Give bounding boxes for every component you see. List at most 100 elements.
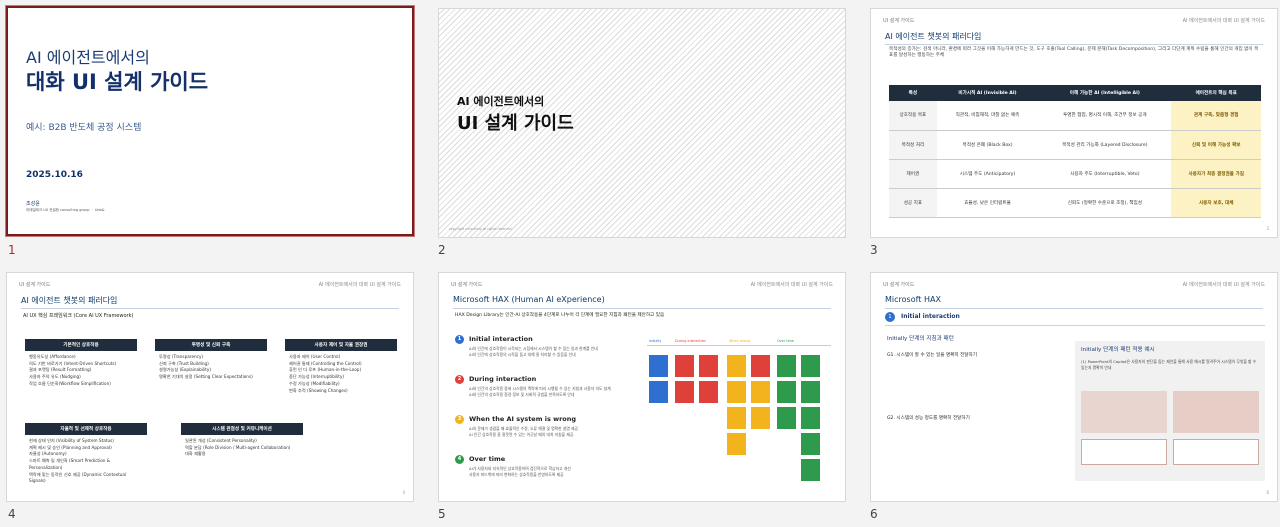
framework-box-title: 투명성 및 신뢰 구축 xyxy=(155,339,267,351)
sticky-note xyxy=(727,381,746,403)
table-cell: 직관적, 비침해적, 마찰 없는 예측 xyxy=(936,101,1039,131)
slide-header-left: UI 설계 가이드 xyxy=(883,18,915,24)
table-row: 성공 지표 효율성, 낮은 인터럽트율 신뢰도 (정확한 수준으로 조정), 책… xyxy=(889,188,1261,218)
framework-item: 명확한 기대치 설정 (Setting Clear Expectations) xyxy=(159,374,253,380)
stage-label: Initial interaction xyxy=(901,313,960,320)
slide-thumbnail-2[interactable]: AI 에이전트에서의 UI 설계 가이드 copyright consultin… xyxy=(438,8,846,238)
slide-number-2: 2 xyxy=(438,243,446,257)
sticky-note xyxy=(727,433,746,455)
section-divider xyxy=(885,325,1265,326)
example-heading: Initially 단계의 패턴 적용 예시 xyxy=(1081,347,1155,353)
framework-box: 투명성 및 신뢰 구축 투명성 (Transparency) 신뢰 구축 (Tr… xyxy=(155,339,267,384)
sticky-note xyxy=(751,355,770,377)
sticky-note xyxy=(751,381,770,403)
framework-item: 행동유도성 (Affordance) xyxy=(29,354,76,359)
collab-column-label: Over time xyxy=(777,339,794,343)
table-cell: 신뢰 및 이해 가능성 확보 xyxy=(1171,130,1261,160)
example-dialog xyxy=(1081,439,1167,465)
stage-number-badge: 2 xyxy=(455,375,464,384)
framework-item: 맥락에 맞는 동적인 신호 제공 (Dynamic Contextual Sig… xyxy=(29,471,127,484)
table-row: 목적성 처리 목적성 은폐 (Black Box) 목적성 관리 가능화 (La… xyxy=(889,130,1261,160)
framework-item: 중단 가능성 (Interruptibility) xyxy=(289,374,345,380)
slide-title-line1: AI 에이전트에서의 xyxy=(457,95,545,108)
framework-box: 사용자 제어 및 자율 권장권 사용자 제어 (User Control) 제어… xyxy=(285,339,397,397)
hax-stage: 1 Initial interaction AI의 인간에 상호작용이 시작되는… xyxy=(455,335,635,369)
slide-number-3: 3 xyxy=(870,243,878,257)
slide-page-number: 6 xyxy=(1266,490,1269,495)
slide-subtitle: AI UX 핵심 프레임워크 (Core AI UX Framework) xyxy=(23,313,134,319)
example-dialog xyxy=(1173,439,1259,465)
stage-title: When the AI system is wrong xyxy=(469,415,577,423)
sticky-note xyxy=(801,407,820,429)
title-divider xyxy=(21,308,399,309)
slide-subtitle: 예시: B2B 반도체 공정 시스템 xyxy=(26,123,142,133)
example-screenshot xyxy=(1081,391,1167,433)
slide-thumbnail-5[interactable]: UI 설계 가이드 AI 에이전트에서의 대화 UI 설계 가이드 Micros… xyxy=(438,272,846,502)
framework-item: 대화 재활용 xyxy=(185,451,206,457)
sticky-note xyxy=(801,433,820,455)
guideline-column: Initially 단계의 지침과 패턴 G1. 시스템이 할 수 있는 일을 … xyxy=(887,335,1067,423)
sticky-note xyxy=(777,381,796,403)
sticky-note xyxy=(801,381,820,403)
framework-box-title: 자율적 및 선제적 상호작용 xyxy=(25,423,147,435)
table-cell: 상호작용 목표 xyxy=(889,101,937,131)
table-row: 제어권 시스템 주도 (Anticipatory) 사용자 주도 (Interr… xyxy=(889,159,1261,189)
collab-column-label: When wrong xyxy=(729,339,751,343)
stage-line: AI와 인간의 상호작용 환경 정보 및 사회적 규범을 만족하도록 안내 xyxy=(469,392,575,398)
slide-intro: 목적성의 증가는: 검색 아니라, 환경에 따라 그것을 이해 가능하게 만드는… xyxy=(889,47,1259,59)
stage-line: AI의 인간에 상호작용의 시작을 돕고 대해 잘 처리할 수 있음을 안내 xyxy=(469,352,576,358)
title-divider xyxy=(453,308,831,309)
table-header: 에이전트의 핵심 목표 xyxy=(1171,85,1261,101)
stage-number-badge: 1 xyxy=(455,335,464,344)
slide-thumbnail-4[interactable]: UI 설계 가이드 AI 에이전트에서의 대화 UI 설계 가이드 AI 에이전… xyxy=(6,272,414,502)
collab-divider xyxy=(647,345,831,346)
title-divider xyxy=(885,44,1263,45)
sticky-note xyxy=(777,407,796,429)
slide-header-left: UI 설계 가이드 xyxy=(451,282,483,288)
table-cell: 사용자 보호, 대체 xyxy=(1171,188,1261,218)
slide-title: Microsoft HAX (Human AI eXperience) xyxy=(453,295,605,304)
table-cell: 성공 지표 xyxy=(889,188,937,218)
slide-thumbnail-3[interactable]: UI 설계 가이드 AI 에이전트에서의 대화 UI 설계 가이드 AI 에이전… xyxy=(870,8,1278,238)
table-header: 비가시적 AI (Invisible AI) xyxy=(936,85,1039,101)
sticky-note xyxy=(801,355,820,377)
table-row: 상호작용 목표 직관적, 비침해적, 마찰 없는 예측 투명한 협업, 명시적 … xyxy=(889,101,1261,131)
table-cell: 목적성 은폐 (Black Box) xyxy=(936,130,1039,160)
sticky-note xyxy=(727,355,746,377)
sticky-note xyxy=(675,381,694,403)
table-cell: 시스템 주도 (Anticipatory) xyxy=(936,159,1039,189)
stage-title: Over time xyxy=(469,455,506,463)
framework-box-title: 사용자 제어 및 자율 권장권 xyxy=(285,339,397,351)
framework-item: 사용자 주의 유도 (Nudging) xyxy=(29,374,81,380)
table-cell: 투명한 협업, 명시적 이해, 조건부 정보 공개 xyxy=(1038,101,1172,131)
slide-thumbnail-1[interactable]: AI 에이전트에서의 대화 UI 설계 가이드 예시: B2B 반도체 공정 시… xyxy=(6,6,414,236)
slide-number-6: 6 xyxy=(870,507,878,521)
slide-number-4: 4 xyxy=(8,507,16,521)
sticky-note xyxy=(649,381,668,403)
hax-stage: 3 When the AI system is wrong AI의 문제가 생겼… xyxy=(455,415,635,449)
table-cell: 목적성 관리 가능화 (Layered Disclosure) xyxy=(1038,130,1172,160)
sticky-note xyxy=(675,355,694,377)
slide-subtitle: HAX Design Library는 인간-AI 상호작용을 4단계로 나누어… xyxy=(455,313,665,318)
stage-number-badge: 4 xyxy=(455,455,464,464)
framework-item: 현재 상태 인지 (Visibility of System Status) xyxy=(29,438,114,443)
table-header: 특성 xyxy=(889,85,937,101)
table-cell: 효율성, 낮은 인터럽트율 xyxy=(936,188,1039,218)
slide-thumbnail-6[interactable]: UI 설계 가이드 AI 에이전트에서의 대화 UI 설계 가이드 Micros… xyxy=(870,272,1278,502)
hax-stage: 2 During interaction AI와 인간의 상호작용 중에 시스템… xyxy=(455,375,635,409)
slide-header-left: UI 설계 가이드 xyxy=(19,282,51,288)
sticky-note xyxy=(649,355,668,377)
table-cell: 관계 구축, 맞춤형 경험 xyxy=(1171,101,1261,131)
slide-title: AI 에이전트 챗봇의 패러다임 xyxy=(21,296,118,305)
framework-box: 시스템 관점성 및 커뮤니케이션 일관된 개성 (Consistent Pers… xyxy=(181,423,303,461)
table-cell: 사용자 주도 (Interruptible, Veto) xyxy=(1038,159,1172,189)
slide-header-right: AI 에이전트에서의 대화 UI 설계 가이드 xyxy=(1182,282,1265,288)
sticky-note xyxy=(751,407,770,429)
framework-box: 자율적 및 선제적 상호작용 현재 상태 인지 (Visibility of S… xyxy=(25,423,147,488)
table-header: 이해 가능한 AI (Intelligible AI) xyxy=(1038,85,1172,101)
sticky-note xyxy=(727,407,746,429)
slide-page-number: 4 xyxy=(402,490,405,495)
slide-header-right: AI 에이전트에서의 대화 UI 설계 가이드 xyxy=(1182,18,1265,24)
slide-title: AI 에이전트 챗봇의 패러다임 xyxy=(885,32,982,41)
framework-item: 일관된 개성 (Consistent Personality) xyxy=(185,438,257,443)
